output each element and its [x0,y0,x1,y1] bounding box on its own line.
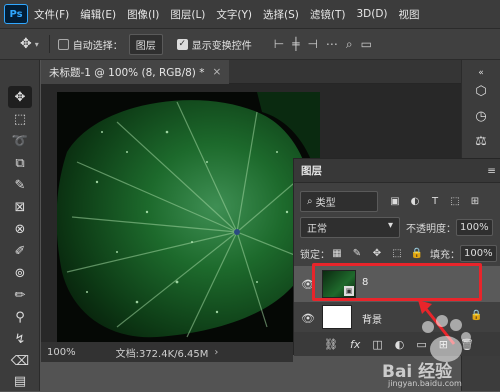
menu-view[interactable]: 视图 [399,7,420,22]
layer-row[interactable]: 👁 ▣ 8 [294,266,500,302]
layer-thumbnail [322,305,352,329]
document-canvas[interactable] [57,92,320,342]
align-left-icon[interactable]: ⊢ [274,37,284,52]
adjustment-icon[interactable]: ◐ [395,338,405,351]
fill-field[interactable]: 100% [460,244,497,262]
lock-artboard-icon[interactable]: ⬚ [390,246,404,260]
smart-object-filter-icon[interactable]: ⊞ [468,194,482,208]
blend-row: 正常 ▾ 不透明度： 100% [294,216,500,238]
show-transform-label: 显示变换控件 [191,40,252,52]
lock-row: 锁定： ▦ ✎ ✥ ⬚ 🔒 填充： 100% [294,243,500,263]
document-info: 文档:372.4K/6.45M [115,348,209,360]
menu-type[interactable]: 文字(Y) [216,7,252,22]
blend-mode-value: 正常 [307,223,327,235]
stamp-tool-icon[interactable]: ⊚ [8,262,32,284]
history-brush-icon[interactable]: ↯ [8,328,32,350]
move-tool-icon[interactable]: ✥ [8,86,32,108]
menu-edit[interactable]: 编辑(E) [80,7,116,22]
eye-icon[interactable]: 👁 [300,276,316,292]
chevron-right-icon[interactable]: › [214,347,218,358]
layers-panel-header: 图层 ≡ [294,159,500,183]
auto-select-checkbox[interactable] [57,38,69,50]
blend-mode-dropdown[interactable]: 正常 ▾ [300,216,400,238]
eyedropper-icon[interactable]: ✎ [8,174,32,196]
lock-label: 锁定： [300,249,330,261]
mask-icon[interactable]: ◫ [372,338,382,351]
watermark-text: Bai 经验 [382,362,453,382]
document-tab-title: 未标题-1 @ 100% (8, RGB/8) * [49,66,205,79]
marquee-tool-icon[interactable]: ⬚ [8,108,32,130]
chevron-down-icon[interactable]: ▾ [35,40,39,49]
layer-name[interactable]: 8 [362,277,368,288]
menu-image[interactable]: 图像(I) [127,7,159,22]
watermark-url: jingyan.baidu.com [388,379,462,388]
move-tool-icon[interactable]: ✥ [20,36,32,52]
crop-tool-icon[interactable]: ⊠ [8,196,32,218]
align-right-icon[interactable]: ⊣ [307,37,317,52]
options-bar: ✥ ▾ 自动选择： 图层 ✓ 显示变换控件 ⊢ ╪ ⊣ ⋯ ⌕ ▭ [0,28,500,60]
properties-icon[interactable]: ⚖ [470,130,492,152]
auto-select-target-dropdown[interactable]: 图层 [128,33,163,55]
zoom-level[interactable]: 100% [47,347,76,358]
panel-menu-icon[interactable]: ≡ [487,165,496,177]
lock-pixels-icon[interactable]: ✎ [350,246,364,260]
auto-select-label: 自动选择： [72,40,123,52]
opacity-field[interactable]: 100% [456,218,493,236]
gradient-tool-icon[interactable]: ▤ [8,370,32,392]
menu-filter[interactable]: 滤镜(T) [310,7,346,22]
search-icon: ⌕ [307,195,313,207]
lock-position-icon[interactable]: ✥ [370,246,384,260]
3d-cube-icon[interactable]: ⬡ [470,80,492,102]
menu-file[interactable]: 文件(F) [34,7,69,22]
clone-stamp-icon[interactable]: ⚲ [8,306,32,328]
photoshop-logo: Ps [4,4,28,24]
type-filter-icon[interactable]: T [428,194,442,208]
menu-layer[interactable]: 图层(L) [170,7,205,22]
adjustment-filter-icon[interactable]: ◐ [408,194,422,208]
lock-icon: 🔒 [470,310,483,321]
leaf-image [57,92,320,338]
layer-filter-row: ⌕ 类型 ▣ ◐ T ⬚ ⊞ [294,190,500,212]
smart-object-badge-icon: ▣ [344,286,354,296]
document-tab-bar: 未标题-1 @ 100% (8, RGB/8) * × [41,60,461,84]
menu-select[interactable]: 选择(S) [263,7,299,22]
object-selection-icon[interactable]: ⧉ [8,152,32,174]
brush-tool-icon[interactable]: ⊗ [8,218,32,240]
align-more-icon[interactable]: ⋯ [326,37,338,52]
paint-brush-icon[interactable]: ✏ [8,284,32,306]
image-filter-icon[interactable]: ▣ [388,194,402,208]
eye-icon[interactable]: 👁 [300,310,316,326]
close-icon[interactable]: × [213,66,222,78]
workspace-icon[interactable]: ▭ [361,37,372,52]
menu-3d[interactable]: 3D(D) [356,8,387,20]
annotation-arrow [418,300,456,345]
filter-kind-dropdown[interactable]: ⌕ 类型 [300,190,378,212]
link-icon[interactable]: ⛓ [324,338,338,351]
eraser-tool-icon[interactable]: ⌫ [8,350,32,372]
show-transform-checkbox[interactable]: ✓ [176,38,188,50]
fill-label: 填充： [430,249,460,261]
layers-panel-title[interactable]: 图层 [301,163,322,178]
filter-kind-label: 类型 [315,197,336,209]
divider [48,35,50,53]
lock-transparent-icon[interactable]: ▦ [330,246,344,260]
menu-bar: Ps 文件(F) 编辑(E) 图像(I) 图层(L) 文字(Y) 选择(S) 滤… [0,0,500,28]
lasso-tool-icon[interactable]: ➰ [8,130,32,152]
status-bar: 100% 文档:372.4K/6.45M › [41,342,293,362]
layer-name[interactable]: 背景 [362,311,382,326]
fx-icon[interactable]: fx [350,338,360,351]
tools-panel: ✥ ⬚ ➰ ⧉ ✎ ⊠ ⊗ ✐ ⊚ ✏ ⚲ ↯ ⌫ ▤ [0,60,40,391]
healing-icon[interactable]: ✐ [8,240,32,262]
lock-all-icon[interactable]: 🔒 [410,246,424,260]
history-icon[interactable]: ◷ [470,105,492,127]
search-icon[interactable]: ⌕ [346,37,353,52]
shape-filter-icon[interactable]: ⬚ [448,194,462,208]
chevron-down-icon: ▾ [387,219,393,231]
align-center-icon[interactable]: ╪ [292,37,299,52]
opacity-label: 不透明度： [406,223,456,235]
document-tab[interactable]: 未标题-1 @ 100% (8, RGB/8) * × [41,60,230,84]
